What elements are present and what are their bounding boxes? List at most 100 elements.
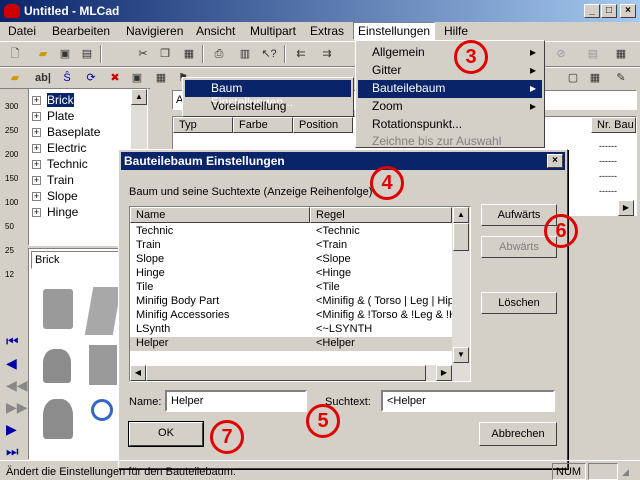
menuitem-allgemein[interactable]: Allgemein ▸	[358, 44, 542, 62]
group-icon[interactable]: ▦	[152, 69, 170, 87]
text-tool-icon[interactable]: ab|	[34, 69, 52, 87]
list-item[interactable]: Minifig Accessories <Minifig & !Torso & !…	[130, 309, 457, 323]
list-hscrollbar[interactable]: ◀ ▶	[130, 365, 470, 381]
list-item[interactable]: Minifig Body Part <Minifig & ( Torso | Le…	[130, 295, 454, 309]
menu-bearbeiten[interactable]: Bearbeiten	[52, 24, 110, 38]
save-icon[interactable]: ▣	[56, 45, 74, 63]
list-vscrollbar[interactable]: ▲ ▼	[452, 207, 470, 365]
move-right-icon[interactable]: ⇉	[318, 45, 336, 63]
list-item[interactable]: Hinge <Hinge	[130, 267, 452, 281]
tree-item-baseplate[interactable]: + Baseplate	[32, 125, 100, 139]
tree-item-train[interactable]: + Train	[32, 173, 74, 187]
hscroll-thumb[interactable]	[146, 365, 426, 381]
tree-item-brick[interactable]: + Brick	[32, 93, 74, 107]
save-as-icon[interactable]: ▤	[78, 45, 96, 63]
last-step-icon[interactable]: ⏭	[6, 440, 28, 462]
step-icon[interactable]: Ŝ	[58, 69, 76, 87]
tree-item-slope[interactable]: + Slope	[32, 189, 78, 203]
zoom-level[interactable]: 100	[5, 198, 18, 207]
paste-icon[interactable]: ▦	[180, 45, 198, 63]
menu-multipart[interactable]: Multipart	[250, 24, 296, 38]
help-arrow-icon[interactable]: ↖?	[260, 45, 278, 63]
menuitem-baum-einstellungen[interactable]: Baum Einstellungen...	[185, 80, 351, 109]
open-folder-icon[interactable]: ▰	[34, 45, 52, 63]
rotate-icon[interactable]: ⟳	[82, 69, 100, 87]
move-left-icon[interactable]: ⇇	[292, 45, 310, 63]
vscroll-thumb[interactable]	[453, 223, 469, 251]
ring-part-image[interactable]	[91, 399, 113, 421]
col-typ[interactable]: Typ	[173, 117, 233, 133]
zoom-level[interactable]: 300	[5, 102, 18, 111]
menu-ansicht[interactable]: Ansicht	[196, 24, 235, 38]
zoom-level[interactable]: 12	[5, 270, 14, 279]
menuitem-rotationspunkt[interactable]: Rotationspunkt...	[358, 116, 542, 134]
menuitem-gitter[interactable]: Gitter ▸	[358, 62, 542, 80]
brick-tool-icon[interactable]: ▰	[6, 69, 24, 87]
grid-b-icon[interactable]: ▦	[586, 69, 604, 87]
list-item-selected[interactable]: Helper <Helper	[130, 337, 452, 351]
menu-hilfe[interactable]: Hilfe	[444, 24, 468, 38]
scroll-right-icon[interactable]: ▶	[618, 200, 634, 216]
first-step-icon[interactable]: ⏮	[6, 330, 28, 352]
new-file-icon[interactable]: 🗋	[6, 45, 24, 63]
col-nr-bau[interactable]: Nr. Bau	[591, 117, 636, 133]
dialog-close-icon[interactable]: ×	[547, 154, 563, 168]
dialog-title: Bauteilebaum Einstellungen	[121, 152, 565, 170]
tree-item-hinge[interactable]: + Hinge	[32, 205, 78, 219]
menu-navigieren[interactable]: Navigieren	[126, 24, 183, 38]
resize-grip-icon[interactable]: ◢	[622, 467, 636, 479]
col-regel[interactable]: Regel	[310, 207, 452, 223]
brick-part-image[interactable]	[84, 287, 122, 335]
bauteilebaum-dialog: Bauteilebaum Einstellungen × Baum und se…	[118, 149, 568, 469]
ok-button[interactable]: OK	[128, 421, 204, 447]
list-item[interactable]: Tile <Tile	[130, 281, 452, 295]
brick-part-image[interactable]	[89, 345, 117, 385]
menuitem-bauteilebaum[interactable]: Bauteilebaum ▸	[358, 80, 542, 98]
camera-icon[interactable]: ▣	[128, 69, 146, 87]
print-icon[interactable]: ⎙	[210, 45, 228, 63]
list-item[interactable]: Technic <Technic	[130, 225, 452, 239]
copy-icon[interactable]: ❐	[156, 45, 174, 63]
search-text-field[interactable]: <Helper	[381, 390, 555, 412]
next-step-icon[interactable]: ▶	[6, 418, 28, 440]
tree-item-electric[interactable]: + Electric	[32, 141, 86, 155]
col-farbe[interactable]: Farbe	[233, 117, 293, 133]
end-tool-icon[interactable]: ▦	[612, 45, 630, 63]
cancel-button[interactable]: Abbrechen	[479, 422, 557, 446]
zoom-level[interactable]: 25	[5, 246, 14, 255]
list-item[interactable]: LSynth <~LSYNTH	[130, 323, 452, 337]
menuitem-zoom[interactable]: Zoom ▸	[358, 98, 542, 116]
tree-item-plate[interactable]: + Plate	[32, 109, 74, 123]
brick-part-image[interactable]	[43, 399, 73, 439]
maximize-button[interactable]: □	[601, 4, 617, 18]
menu-datei[interactable]: Datei	[8, 24, 36, 38]
tree-item-technic[interactable]: + Technic	[32, 157, 88, 171]
zoom-level[interactable]: 150	[5, 174, 18, 183]
minimize-button[interactable]: _	[584, 4, 600, 18]
status-text: Ändert die Einstellungen für den Bauteil…	[6, 466, 236, 478]
grid-a-icon[interactable]: ▢	[564, 69, 582, 87]
zoom-level[interactable]: 50	[5, 222, 14, 231]
callout-3: 3	[454, 40, 488, 74]
pencil-icon[interactable]: ✎	[612, 69, 630, 87]
close-button[interactable]: ×	[620, 4, 636, 18]
col-name[interactable]: Name	[130, 207, 310, 223]
properties-icon[interactable]: ▥	[236, 45, 254, 63]
prev-step-icon[interactable]: ◀	[6, 352, 28, 374]
name-field[interactable]: Helper	[165, 390, 307, 412]
col-position[interactable]: Position	[293, 117, 353, 133]
list-item[interactable]: Train <Train	[130, 239, 452, 253]
delete-icon[interactable]: ✖	[106, 69, 124, 87]
menu-einstellungen[interactable]: Einstellungen	[353, 22, 436, 40]
cut-icon[interactable]: ✂	[134, 45, 152, 63]
window-title: Untitled - MLCad	[24, 4, 120, 18]
zoom-level[interactable]: 250	[5, 126, 18, 135]
list-item[interactable]: Slope <Slope	[130, 253, 452, 267]
delete-button[interactable]: Löschen	[481, 292, 557, 314]
menuitem-voreinstellung[interactable]: Voreinstellung	[185, 98, 351, 115]
brick-part-image[interactable]	[43, 289, 73, 329]
zoom-level[interactable]: 200	[5, 150, 18, 159]
menu-extras[interactable]: Extras	[310, 24, 344, 38]
brick-part-image[interactable]	[43, 349, 71, 383]
status-bar: Ändert die Einstellungen für den Bauteil…	[0, 460, 640, 480]
